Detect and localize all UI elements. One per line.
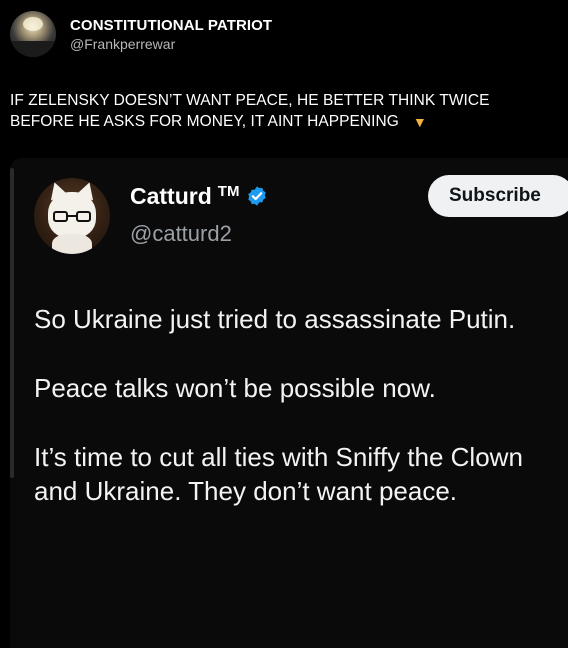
outer-post-header: CONSTITUTIONAL PATRIOT @Frankperrewar (10, 11, 272, 57)
cat-body (52, 234, 92, 254)
quoted-author-name[interactable]: Catturd (130, 180, 212, 212)
outer-author-handle[interactable]: @Frankperrewar (70, 35, 272, 53)
glasses-bridge (68, 215, 76, 217)
quoted-author-handle[interactable]: @catturd2 (130, 220, 232, 248)
subscribe-button[interactable]: Subscribe (428, 175, 568, 217)
quoted-post-edge (10, 168, 14, 478)
avatar-ground (10, 41, 56, 57)
glasses-lens-right (76, 211, 91, 222)
outer-author-info: CONSTITUTIONAL PATRIOT @Frankperrewar (70, 16, 272, 53)
cat-glasses (53, 211, 91, 223)
glasses-lens-left (53, 211, 68, 222)
outer-author-avatar[interactable] (10, 11, 56, 57)
quoted-post[interactable]: Catturd TM @catturd2 Subscribe So Ukrain… (10, 158, 568, 648)
verified-badge-icon (248, 186, 267, 206)
quoted-post-body: So Ukraine just tried to assassinate Put… (34, 302, 554, 543)
quoted-author-name-row: Catturd TM (130, 180, 268, 212)
quoted-author-avatar[interactable] (34, 178, 110, 254)
outer-post-text: IF ZELENSKY DOESN’T WANT PEACE, HE BETTE… (10, 90, 555, 132)
trademark-suffix: TM (217, 182, 240, 200)
quoted-paragraph: Peace talks won’t be possible now. (34, 373, 436, 403)
outer-author-name[interactable]: CONSTITUTIONAL PATRIOT (70, 16, 272, 35)
quoted-paragraph: So Ukraine just tried to assassinate Put… (34, 304, 516, 334)
avatar-glow (23, 17, 43, 31)
pointing-down-icon: ▼ (412, 114, 427, 130)
quoted-paragraph: It’s time to cut all ties with Sniffy th… (34, 442, 523, 506)
